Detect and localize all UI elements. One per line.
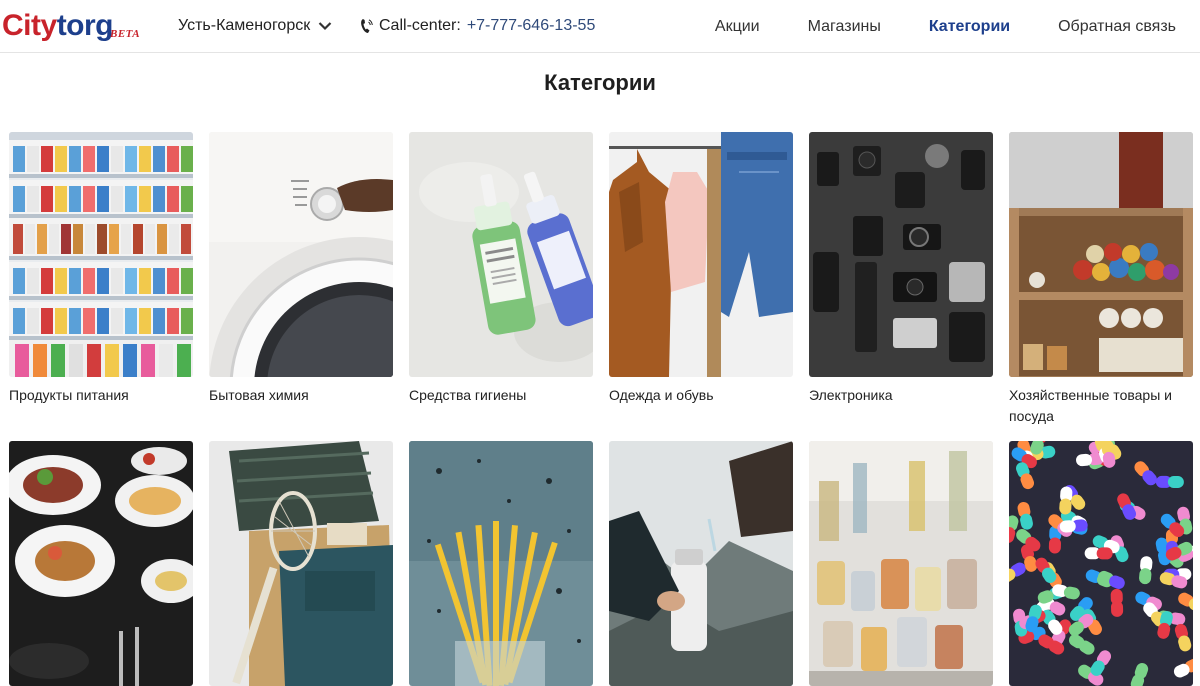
city-selector-label: Усть-Каменогорск [178,17,311,34]
category-card[interactable] [9,441,193,686]
nav-item-categories[interactable]: Категории [929,18,1010,36]
category-image[interactable] [609,441,793,686]
category-image[interactable] [409,132,593,377]
citytorg-logo[interactable]: Citytorg BETA [2,8,140,44]
category-label[interactable]: Продукты питания [9,385,193,406]
nav-item-stores[interactable]: Магазины [808,18,881,36]
category-card[interactable]: Одежда и обувь [609,132,793,406]
city-selector[interactable]: Усть-Каменогорск [178,17,332,35]
category-image[interactable] [409,441,593,686]
category-card[interactable]: Хозяйственные товары и посуда [1009,132,1193,427]
phone-icon [361,19,373,33]
category-image[interactable] [1009,132,1193,377]
category-image[interactable] [609,132,793,377]
category-image[interactable] [9,132,193,377]
category-label[interactable]: Бытовая химия [209,385,393,406]
logo-torg-text: torg [56,9,114,42]
category-card[interactable] [1009,441,1193,686]
category-card[interactable] [209,441,393,686]
page-title: Категории [544,70,656,95]
main-nav: Акции Магазины Категории Обратная связь [667,18,1176,36]
category-image[interactable] [1009,441,1193,686]
category-label[interactable]: Средства гигиены [409,385,593,406]
category-card[interactable]: Электроника [809,132,993,406]
callcenter-label: Call-center: [379,17,461,34]
category-card[interactable] [809,441,993,686]
category-card[interactable] [409,441,593,686]
category-image[interactable] [809,132,993,377]
category-label[interactable]: Одежда и обувь [609,385,793,406]
logo-city-text: City [2,9,57,42]
category-label[interactable]: Электроника [809,385,993,406]
category-image[interactable] [209,132,393,377]
header: Citytorg BETA Усть-Каменогорск Call-cent… [0,0,1200,53]
category-card[interactable]: Средства гигиены [409,132,593,406]
nav-item-promotions[interactable]: Акции [715,18,760,36]
category-card[interactable] [609,441,793,686]
category-image[interactable] [209,441,393,686]
nav-item-feedback[interactable]: Обратная связь [1058,18,1176,36]
callcenter: Call-center: +7-777-646-13-55 [360,17,595,35]
chevron-down-icon [318,22,332,31]
category-image[interactable] [809,441,993,686]
logo-beta-badge: BETA [110,28,141,40]
category-card[interactable]: Бытовая химия [209,132,393,406]
category-image[interactable] [9,441,193,686]
category-card[interactable]: Продукты питания [9,132,193,406]
callcenter-phone-link[interactable]: +7-777-646-13-55 [467,17,596,35]
category-label[interactable]: Хозяйственные товары и посуда [1009,385,1193,427]
